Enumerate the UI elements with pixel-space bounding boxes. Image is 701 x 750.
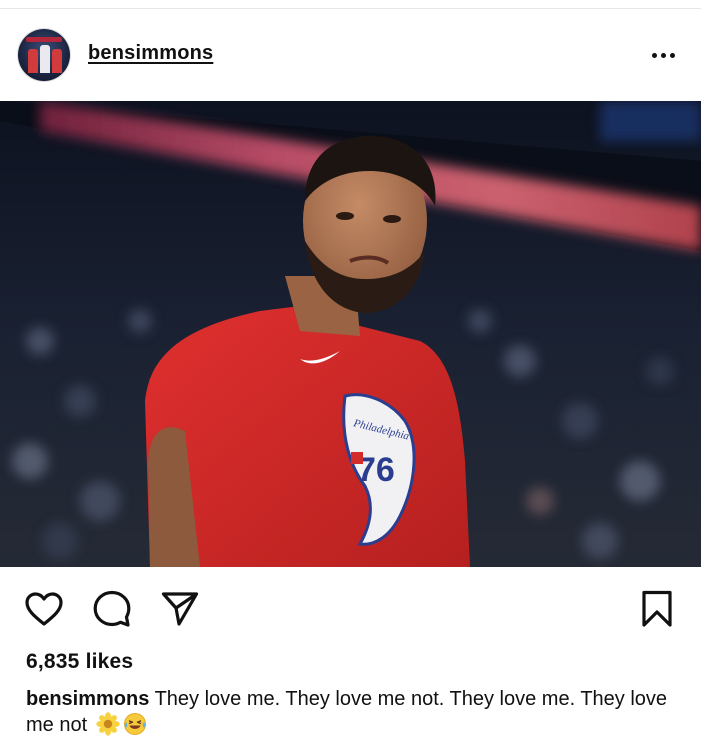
post-caption: bensimmons They love me. They love me no… [26,686,676,738]
more-dot [651,52,657,58]
avatar-figure-shape [52,49,62,73]
comment-button[interactable] [92,589,132,629]
avatar-banner-shape [26,37,62,42]
avatar-figure-shape [40,45,50,73]
daisy-emoji-icon [96,712,120,736]
profile-avatar[interactable] [18,29,70,81]
like-button[interactable] [24,589,64,629]
laughing-tears-emoji-icon [123,712,147,736]
bookmark-icon [642,590,672,627]
likes-count[interactable]: 6,835 likes [26,650,133,674]
caption-username[interactable]: bensimmons [26,688,149,710]
more-dot [660,52,666,58]
more-dot [669,52,675,58]
more-options-button[interactable] [645,45,681,65]
save-button[interactable] [637,589,677,629]
share-button[interactable] [160,589,200,629]
post-photo[interactable]: Philadelphia 76 [0,101,701,567]
comment-icon [93,590,131,627]
post-header: bensimmons [0,9,701,101]
player-photo-illustration: Philadelphia 76 [0,101,701,567]
send-icon [161,592,199,626]
heart-icon [25,592,63,626]
action-bar [0,567,701,649]
instagram-post: bensimmons Philadelphia 76 6,835 likes b… [0,0,701,750]
post-username[interactable]: bensimmons [88,42,213,65]
avatar-figure-shape [28,49,38,73]
